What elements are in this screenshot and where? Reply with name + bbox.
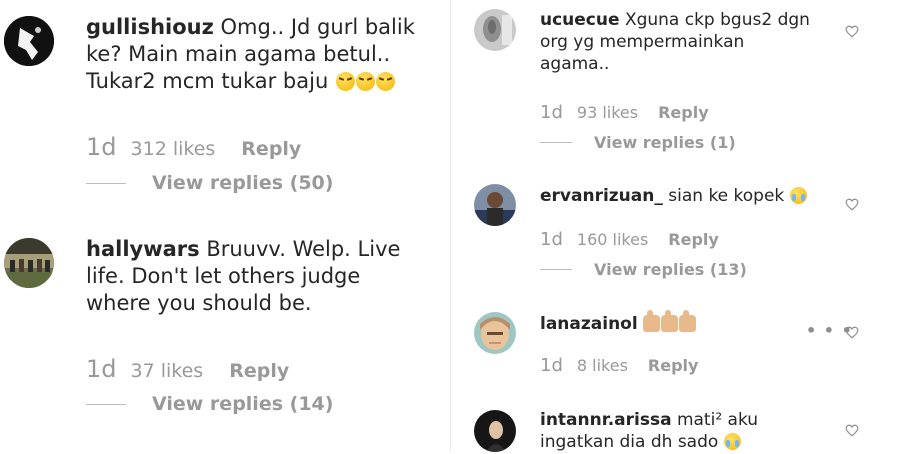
reply-button[interactable]: Reply bbox=[229, 360, 289, 382]
crying-laughing-emoji bbox=[789, 187, 807, 204]
view-replies-label: View replies (14) bbox=[152, 393, 334, 415]
comment-body-line: Xguna ckp bgus2 dgn bbox=[624, 10, 810, 30]
comment-body-line: agama.. bbox=[540, 53, 610, 74]
angry-face-emoji bbox=[335, 71, 355, 91]
view-replies-line bbox=[540, 269, 572, 270]
thumbs-up-emoji bbox=[661, 310, 679, 332]
comment-body-line: ingatkan dia dh sado bbox=[540, 431, 719, 452]
comment-username[interactable]: intannr.arissa bbox=[540, 410, 672, 430]
heart-outline-icon[interactable] bbox=[845, 25, 859, 38]
view-replies-button[interactable]: View replies (13) bbox=[540, 260, 747, 279]
thumbs-up-emoji bbox=[643, 310, 661, 332]
view-replies-label: View replies (13) bbox=[594, 260, 747, 279]
comment-timestamp: 1d bbox=[86, 355, 117, 383]
reply-button[interactable]: Reply bbox=[648, 356, 699, 375]
view-replies-button[interactable]: View replies (14) bbox=[86, 393, 333, 415]
avatar[interactable] bbox=[474, 410, 516, 452]
view-replies-button[interactable]: View replies (1) bbox=[540, 133, 736, 152]
comment-timestamp: 1d bbox=[540, 229, 563, 250]
reply-button[interactable]: Reply bbox=[668, 230, 719, 249]
avatar[interactable] bbox=[4, 238, 54, 288]
column-divider bbox=[450, 0, 451, 450]
comment-username[interactable]: ervanrizuan_ bbox=[540, 186, 663, 206]
comment-meta: 1d 8 likes Reply bbox=[540, 355, 698, 376]
comment-username[interactable]: hallywars bbox=[86, 237, 200, 261]
angry-face-emoji bbox=[355, 71, 375, 91]
comment-body-line: org yg mempermainkan bbox=[540, 31, 745, 52]
comment-body-line: mati² aku bbox=[676, 410, 759, 430]
comment-text: ucuecue Xguna ckp bgus2 dgn org yg mempe… bbox=[540, 10, 840, 75]
reply-button[interactable]: Reply bbox=[658, 103, 709, 122]
crying-laughing-emoji bbox=[723, 432, 741, 450]
heart-outline-icon[interactable] bbox=[845, 424, 859, 437]
view-replies-label: View replies (1) bbox=[594, 133, 736, 152]
comment-username[interactable]: lanazainol bbox=[540, 314, 638, 334]
avatar[interactable] bbox=[474, 9, 516, 51]
avatar-image bbox=[474, 410, 516, 452]
likes-count[interactable]: 160 likes bbox=[577, 230, 648, 249]
avatar-image bbox=[474, 9, 516, 51]
comment-username[interactable]: ucuecue bbox=[540, 10, 620, 30]
comment-body-line: life. Don't let others judge bbox=[86, 263, 361, 288]
heart-outline-icon[interactable] bbox=[845, 326, 859, 339]
comment-body-line: Bruuvv. Welp. Live bbox=[206, 237, 401, 261]
comment-timestamp: 1d bbox=[540, 102, 563, 123]
avatar-image bbox=[4, 16, 54, 66]
view-replies-label: View replies (50) bbox=[152, 172, 334, 194]
comment-text: lanazainol bbox=[540, 310, 840, 336]
likes-count[interactable]: 93 likes bbox=[577, 103, 638, 122]
angry-face-emoji bbox=[375, 71, 395, 91]
comment-body-line: ke? Main main agama betul.. bbox=[86, 41, 391, 66]
view-replies-button[interactable]: View replies (50) bbox=[86, 172, 333, 194]
comment-text: hallywars Bruuvv. Welp. Live life. Don't… bbox=[86, 236, 441, 317]
comment-meta: 1d 93 likes Reply bbox=[540, 102, 709, 123]
view-replies-line bbox=[86, 182, 126, 184]
comment-timestamp: 1d bbox=[540, 355, 563, 376]
comment-body-line: Tukar2 mcm tukar baju bbox=[86, 68, 329, 93]
comment-body-line: Omg.. Jd gurl balik bbox=[220, 15, 415, 39]
comment-username[interactable]: gullishiouz bbox=[86, 15, 214, 39]
likes-count[interactable]: 312 likes bbox=[131, 138, 216, 160]
view-replies-line bbox=[540, 142, 572, 143]
comment-text: gullishiouz Omg.. Jd gurl balik ke? Main… bbox=[86, 14, 441, 95]
reply-button[interactable]: Reply bbox=[241, 138, 301, 160]
view-replies-line bbox=[86, 403, 126, 405]
comment-timestamp: 1d bbox=[86, 133, 117, 161]
avatar-image bbox=[474, 184, 516, 226]
avatar-image bbox=[474, 312, 516, 354]
comment-meta: 1d 160 likes Reply bbox=[540, 229, 719, 250]
avatar[interactable] bbox=[474, 312, 516, 354]
avatar[interactable] bbox=[474, 184, 516, 226]
avatar-image bbox=[4, 238, 54, 288]
comment-body-line: where you should be. bbox=[86, 290, 312, 315]
comment-body-line: sian ke kopek bbox=[668, 186, 785, 206]
likes-count[interactable]: 8 likes bbox=[577, 356, 628, 375]
comment-meta: 1d 37 likes Reply bbox=[86, 355, 289, 383]
avatar[interactable] bbox=[4, 16, 54, 66]
comment-text: ervanrizuan_ sian ke kopek bbox=[540, 186, 840, 208]
likes-count[interactable]: 37 likes bbox=[131, 360, 204, 382]
heart-outline-icon[interactable] bbox=[845, 198, 859, 211]
comment-meta: 1d 312 likes Reply bbox=[86, 133, 301, 161]
comment-text: intannr.arissa mati² aku ingatkan dia dh… bbox=[540, 410, 840, 454]
thumbs-up-emoji bbox=[679, 310, 697, 332]
